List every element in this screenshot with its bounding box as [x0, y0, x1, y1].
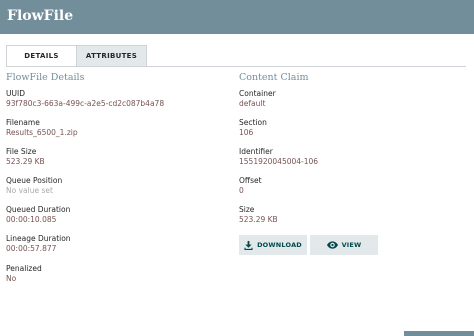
filename-label: Filename	[6, 118, 40, 127]
view-label: VIEW	[341, 241, 362, 249]
tab-divider	[6, 66, 466, 67]
view-button[interactable]: VIEW	[310, 235, 378, 255]
queue-position-label: Queue Position	[6, 176, 63, 185]
container-value: default	[239, 99, 266, 108]
content-claim-title: Content Claim	[239, 72, 309, 83]
section-label: Section	[239, 118, 267, 127]
eye-icon	[326, 241, 338, 249]
uuid-label: UUID	[6, 89, 25, 98]
penalized-label: Penalized	[6, 264, 42, 273]
lineage-duration-value: 00:00:57.877	[6, 244, 57, 253]
section-value: 106	[239, 128, 254, 137]
tab-details[interactable]: DETAILS	[6, 45, 77, 67]
offset-value: 0	[239, 186, 244, 195]
tab-bar: DETAILS ATTRIBUTES	[6, 45, 147, 67]
download-label: DOWNLOAD	[257, 241, 302, 249]
queued-duration-label: Queued Duration	[6, 205, 71, 214]
lineage-duration-label: Lineage Duration	[6, 234, 71, 243]
size-value: 523.29 KB	[239, 215, 278, 224]
uuid-value: 93f780c3-663a-499c-a2e5-cd2c087b4a78	[6, 99, 165, 108]
dialog-title: FlowFile	[0, 0, 474, 34]
footer-accent	[404, 331, 474, 336]
offset-label: Offset	[239, 176, 262, 185]
queue-position-value: No value set	[6, 186, 53, 195]
file-size-label: File Size	[6, 147, 37, 156]
container-label: Container	[239, 89, 276, 98]
download-button[interactable]: DOWNLOAD	[239, 235, 307, 255]
identifier-value: 1551920045004-106	[239, 157, 319, 166]
tab-attributes[interactable]: ATTRIBUTES	[77, 45, 147, 67]
queued-duration-value: 00:00:10.085	[6, 215, 57, 224]
size-label: Size	[239, 205, 255, 214]
download-icon	[244, 240, 253, 250]
filename-value: Results_6500_1.zip	[6, 128, 78, 137]
penalized-value: No	[6, 274, 17, 283]
flowfile-details-title: FlowFile Details	[6, 72, 85, 83]
identifier-label: Identifier	[239, 147, 273, 156]
file-size-value: 523.29 KB	[6, 157, 45, 166]
